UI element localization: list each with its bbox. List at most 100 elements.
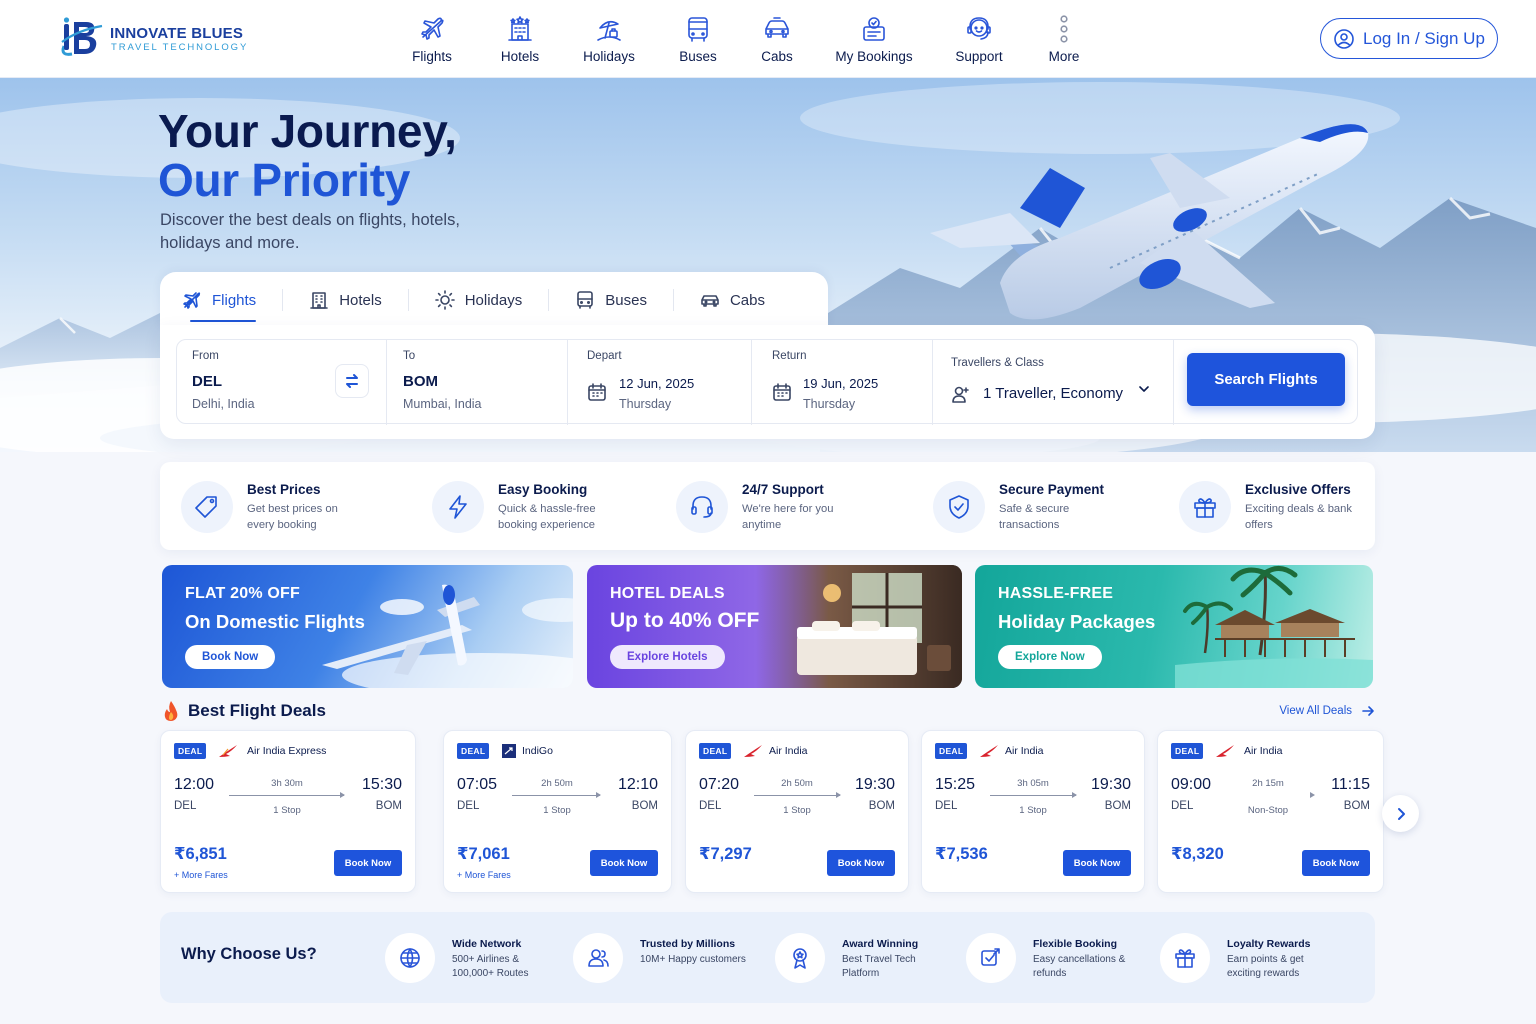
- from-code: DEL: [192, 373, 222, 390]
- login-signup-button[interactable]: Log In / Sign Up: [1320, 18, 1498, 59]
- holiday-icon: [597, 20, 621, 41]
- travellers-class-field[interactable]: Travellers & Class 1 Traveller, Economy: [933, 340, 1173, 425]
- feature-icon-circle: [1179, 481, 1231, 533]
- to-field[interactable]: To BOM Mumbai, India: [387, 340, 567, 425]
- feature-icon-circle: [181, 481, 233, 533]
- promo-explore-now-button[interactable]: Explore Now: [998, 645, 1102, 669]
- deal-badge: DEAL: [457, 743, 490, 759]
- stops: 1 Stop: [273, 805, 301, 816]
- duration: 2h 50m: [541, 778, 573, 789]
- arrival-time: 19:30: [854, 776, 895, 793]
- why-icon-circle: [775, 933, 825, 983]
- headset-icon: [691, 496, 713, 518]
- hero-title-line1: Your Journey,: [158, 105, 457, 157]
- divider: [1173, 340, 1174, 425]
- features-strip: Best Prices Get best prices on every boo…: [160, 462, 1375, 550]
- deal-badge: DEAL: [1171, 743, 1204, 759]
- more-fares-link[interactable]: + More Fares: [457, 870, 511, 880]
- chevron-down-icon: [1139, 386, 1149, 392]
- nav-label: Support: [955, 49, 1003, 64]
- promo-headline: On Domestic Flights: [185, 611, 365, 632]
- nav-my-bookings[interactable]: My Bookings: [832, 14, 916, 66]
- nav-label: Buses: [679, 49, 717, 64]
- fare-price: ₹8,320: [1171, 845, 1224, 863]
- tab-label: Hotels: [339, 291, 382, 309]
- nav-cabs[interactable]: Cabs: [755, 14, 799, 66]
- destination-code: BOM: [1343, 800, 1370, 812]
- return-field[interactable]: Return 19 Jun, 2025 Thursday: [752, 340, 932, 425]
- tab-label: Buses: [605, 291, 647, 309]
- bookings-icon: [863, 17, 885, 41]
- gift-icon: [1194, 498, 1216, 518]
- nav-label: Flights: [412, 49, 452, 64]
- deal-card[interactable]: DEAL IndiGo 07:05 12:10 DEL BOM 2h 50m 1…: [443, 730, 672, 893]
- book-now-button[interactable]: Book Now: [1302, 850, 1370, 876]
- tab-holidays[interactable]: Holidays: [434, 272, 522, 328]
- book-now-button[interactable]: Book Now: [1063, 850, 1131, 876]
- promo-book-now-button[interactable]: Book Now: [185, 645, 276, 669]
- more-icon: [1060, 15, 1068, 43]
- section-title: Why Choose Us?: [181, 945, 317, 963]
- depart-field[interactable]: Depart 12 Jun, 2025 Thursday: [568, 340, 751, 425]
- deal-card[interactable]: DEAL Air India 07:20 19:30 DEL BOM 2h 50…: [685, 730, 909, 893]
- why-desc: Best Travel Tech Platform: [842, 954, 916, 979]
- why-desc: 500+ Airlines & 100,000+ Routes: [452, 954, 529, 979]
- more-fares-link[interactable]: + More Fares: [174, 870, 228, 880]
- feature-secure-payment: Secure Payment Safe & secure transaction…: [933, 476, 1133, 536]
- deal-card[interactable]: DEAL Air India 15:25 19:30 DEL BOM 3h 05…: [921, 730, 1145, 893]
- promo-explore-hotels-button[interactable]: Explore Hotels: [610, 645, 725, 669]
- nav-label: Holidays: [583, 49, 635, 64]
- cab-icon: [765, 17, 789, 38]
- promo-kicker: HASSLE-FREE: [998, 585, 1114, 602]
- to-city: Mumbai, India: [403, 397, 482, 411]
- tab-cabs[interactable]: Cabs: [700, 272, 765, 328]
- swap-button[interactable]: [335, 364, 369, 398]
- route-line: [754, 792, 841, 798]
- depart-date: 12 Jun, 2025: [619, 376, 695, 391]
- tab-flights[interactable]: Flights: [182, 272, 257, 328]
- next-deals-button[interactable]: [1382, 795, 1419, 832]
- calendar-icon: [588, 383, 606, 401]
- nav-more[interactable]: More: [1044, 14, 1084, 66]
- why-choose-us: Why Choose Us? Wide Network 500+ Airline…: [160, 912, 1375, 1003]
- search-flights-button[interactable]: Search Flights: [1187, 353, 1345, 406]
- feature-icon-circle: [933, 481, 985, 533]
- feature-icon-circle: [432, 481, 484, 533]
- depart-day: Thursday: [619, 397, 672, 411]
- nav-support[interactable]: Support: [952, 14, 1006, 66]
- nav-buses[interactable]: Buses: [676, 14, 720, 66]
- book-now-button[interactable]: Book Now: [334, 850, 402, 876]
- nav-flights[interactable]: Flights: [410, 14, 454, 66]
- section-title: Best Flight Deals: [188, 701, 326, 720]
- nav-label: Hotels: [500, 49, 540, 64]
- why-title: Trusted by Millions: [640, 938, 736, 950]
- brand-logo[interactable]: INNOVATE BLUES TRAVEL TECHNOLOGY: [58, 16, 258, 60]
- tab-hotels[interactable]: Hotels: [309, 272, 382, 328]
- book-now-button[interactable]: Book Now: [590, 850, 658, 876]
- route-line: [512, 792, 601, 798]
- view-all-deals-link[interactable]: View All Deals: [1279, 704, 1375, 718]
- promo-holiday-packages[interactable]: HASSLE-FREE Holiday Packages Explore Now: [975, 565, 1373, 688]
- promo-domestic-flights[interactable]: FLAT 20% OFF On Domestic Flights Book No…: [162, 565, 573, 688]
- book-now-button[interactable]: Book Now: [827, 850, 895, 876]
- airline-name: Air India: [1005, 745, 1044, 757]
- feature-icon-circle: [676, 481, 728, 533]
- tab-buses[interactable]: Buses: [575, 272, 647, 328]
- return-day: Thursday: [803, 397, 856, 411]
- nav-hotels[interactable]: Hotels: [498, 14, 542, 66]
- deal-card[interactable]: DEAL Air India 09:00 11:15 DEL BOM 2h 15…: [1157, 730, 1384, 893]
- why-loyalty: Loyalty Rewards Earn points & get exciti…: [1160, 930, 1340, 990]
- air-india-logo-icon: [744, 745, 762, 757]
- deal-card[interactable]: DEAL Air India Express 12:00 15:30 DEL B…: [160, 730, 416, 893]
- promo-hotel-deals[interactable]: HOTEL DEALS Up to 40% OFF Explore Hotels: [587, 565, 962, 688]
- why-icon-circle: [966, 933, 1016, 983]
- arrival-time: 12:10: [617, 776, 658, 793]
- origin-code: DEL: [457, 800, 480, 812]
- user-circle-icon: [1334, 28, 1354, 49]
- air-india-logo-icon: [980, 745, 998, 757]
- feature-desc: Quick & hassle-free booking experience: [498, 503, 596, 531]
- nav-holidays[interactable]: Holidays: [580, 14, 638, 66]
- why-wide-network: Wide Network 500+ Airlines & 100,000+ Ro…: [385, 930, 555, 990]
- why-icon-circle: [385, 933, 435, 983]
- from-label: From: [192, 350, 219, 362]
